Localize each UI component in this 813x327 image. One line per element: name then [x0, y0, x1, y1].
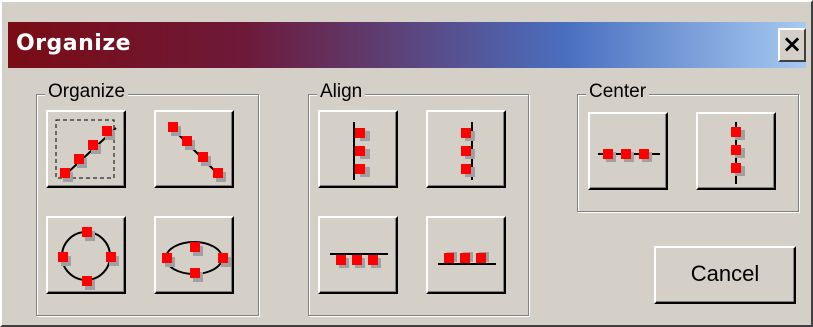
align-left-icon	[353, 122, 370, 180]
center-vertical-icon	[731, 122, 745, 184]
center-horizontal-icon	[598, 149, 660, 162]
align-left-button[interactable]	[318, 110, 398, 188]
organize-ellipse-button[interactable]	[154, 216, 234, 294]
organize-circle-button[interactable]	[46, 216, 126, 294]
title-bar[interactable]: Organize ×	[8, 22, 806, 68]
close-icon: ×	[781, 30, 803, 58]
organize-diagonal-up-button[interactable]	[46, 110, 126, 188]
align-bottom-icon	[438, 252, 496, 265]
organize-dialog: Organize × Organize Align Center Cancel	[0, 0, 813, 327]
ellipse-icon	[162, 241, 231, 282]
align-group-label: Align	[317, 81, 366, 103]
align-top-button[interactable]	[318, 216, 398, 294]
organize-group-label: Organize	[45, 81, 129, 103]
align-right-button[interactable]	[426, 110, 506, 188]
organize-diagonal-down-button[interactable]	[154, 110, 234, 188]
center-vertical-button[interactable]	[696, 112, 776, 190]
center-group-label: Center	[586, 81, 650, 103]
window-title: Organize	[16, 31, 132, 56]
align-top-icon	[330, 253, 388, 268]
align-bottom-button[interactable]	[426, 216, 506, 294]
close-button[interactable]: ×	[778, 28, 806, 62]
center-horizontal-button[interactable]	[588, 112, 668, 190]
cancel-button[interactable]: Cancel	[654, 246, 796, 304]
align-right-icon	[461, 122, 475, 180]
diagonal-down-icon	[168, 122, 226, 182]
circle-icon	[58, 227, 119, 290]
diagonal-up-icon	[55, 119, 117, 182]
